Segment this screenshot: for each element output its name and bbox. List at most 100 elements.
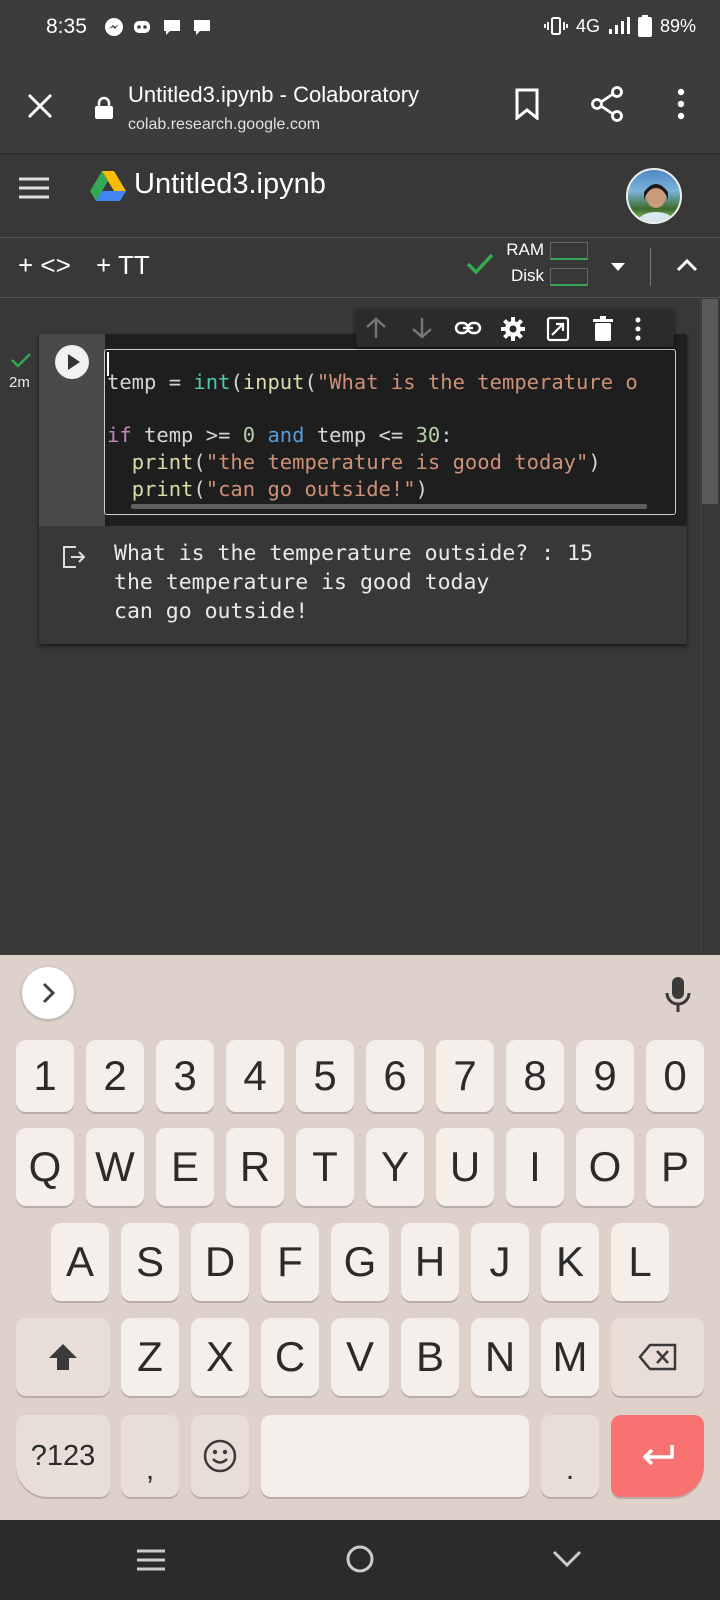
ram-label: RAM — [506, 240, 544, 259]
comma-key[interactable]: , — [121, 1415, 179, 1497]
move-down-icon[interactable] — [410, 316, 434, 340]
key-e[interactable]: E — [156, 1128, 214, 1206]
ram-meter — [550, 242, 588, 260]
key-a[interactable]: A — [51, 1223, 109, 1301]
menu-icon[interactable] — [18, 176, 50, 200]
mirror-cell-icon[interactable] — [546, 316, 570, 342]
delete-icon[interactable] — [592, 316, 614, 342]
key-u[interactable]: U — [436, 1128, 494, 1206]
dropdown-arrow-icon[interactable] — [610, 262, 626, 272]
key-r[interactable]: R — [226, 1128, 284, 1206]
key-v[interactable]: V — [331, 1318, 389, 1396]
output-clear-icon[interactable] — [61, 544, 87, 570]
chevron-up-icon[interactable] — [676, 258, 698, 272]
key-c[interactable]: C — [261, 1318, 319, 1396]
cell-toolbar — [356, 309, 674, 347]
key-2[interactable]: 2 — [86, 1040, 144, 1112]
google-drive-icon[interactable] — [90, 170, 126, 202]
key-z[interactable]: Z — [121, 1318, 179, 1396]
share-icon[interactable] — [590, 86, 624, 122]
back-chevron-icon[interactable] — [552, 1550, 582, 1568]
key-4[interactable]: 4 — [226, 1040, 284, 1112]
page-title[interactable]: Untitled3.ipynb - Colaboratory — [128, 82, 419, 108]
toolbar-divider — [650, 248, 651, 286]
key-d[interactable]: D — [191, 1223, 249, 1301]
symbols-key[interactable]: ?123 — [16, 1415, 110, 1497]
home-icon[interactable] — [345, 1544, 375, 1574]
discord-icon — [132, 17, 152, 37]
cell-gutter — [39, 334, 105, 526]
code-editor[interactable]: temp = int(input("What is the temperatur… — [104, 349, 676, 515]
key-7[interactable]: 7 — [436, 1040, 494, 1112]
key-p[interactable]: P — [646, 1128, 704, 1206]
emoji-key[interactable] — [191, 1415, 249, 1497]
code-horizontal-scrollbar[interactable] — [131, 504, 647, 509]
key-n[interactable]: N — [471, 1318, 529, 1396]
output-line-1: What is the temperature outside? : 15 — [114, 541, 593, 566]
lock-icon — [94, 96, 114, 120]
move-up-icon[interactable] — [364, 316, 388, 340]
message-icon-2 — [192, 17, 212, 37]
output-line-2: the temperature is good today — [114, 570, 490, 595]
scrollbar-thumb[interactable] — [702, 299, 718, 504]
more-vert-cell-icon[interactable] — [634, 316, 642, 342]
key-9[interactable]: 9 — [576, 1040, 634, 1112]
page-url[interactable]: colab.research.google.com — [128, 116, 320, 134]
add-code-button[interactable]: + <> — [18, 250, 71, 281]
link-icon[interactable] — [454, 317, 482, 339]
key-i[interactable]: I — [506, 1128, 564, 1206]
key-x[interactable]: X — [191, 1318, 249, 1396]
bookmark-icon[interactable] — [514, 88, 540, 120]
key-o[interactable]: O — [576, 1128, 634, 1206]
space-key[interactable] — [261, 1415, 529, 1497]
key-h[interactable]: H — [401, 1223, 459, 1301]
more-vert-icon[interactable] — [676, 88, 686, 120]
microphone-icon[interactable] — [664, 975, 692, 1015]
key-8[interactable]: 8 — [506, 1040, 564, 1112]
status-bar: 8:35 4G 89% — [0, 0, 720, 56]
notebook-title[interactable]: Untitled3.ipynb — [134, 168, 326, 201]
recent-apps-icon[interactable] — [136, 1548, 166, 1572]
enter-key[interactable] — [611, 1415, 704, 1497]
key-5[interactable]: 5 — [296, 1040, 354, 1112]
key-3[interactable]: 3 — [156, 1040, 214, 1112]
enter-icon — [642, 1445, 674, 1466]
key-f[interactable]: F — [261, 1223, 319, 1301]
backspace-icon — [637, 1343, 676, 1371]
key-j[interactable]: J — [471, 1223, 529, 1301]
settings-icon[interactable] — [500, 316, 526, 342]
keyboard: 1 2 3 4 5 6 7 8 9 0 Q W E R T Y U I O P … — [0, 955, 720, 1520]
avatar[interactable] — [626, 168, 682, 224]
key-t[interactable]: T — [296, 1128, 354, 1206]
add-text-button[interactable]: + TT — [96, 250, 150, 281]
vibrate-icon — [544, 16, 568, 36]
expand-toolbar-button[interactable] — [22, 967, 74, 1019]
key-0[interactable]: 0 — [646, 1040, 704, 1112]
key-6[interactable]: 6 — [366, 1040, 424, 1112]
key-w[interactable]: W — [86, 1128, 144, 1206]
run-button[interactable] — [54, 344, 90, 380]
period-key[interactable]: . — [541, 1415, 599, 1497]
key-y[interactable]: Y — [366, 1128, 424, 1206]
key-g[interactable]: G — [331, 1223, 389, 1301]
key-1[interactable]: 1 — [16, 1040, 74, 1112]
network-type: 4G — [575, 15, 600, 36]
notebook-toolbar: + <> + TT RAM Disk — [0, 238, 720, 298]
shift-key[interactable] — [16, 1318, 110, 1396]
backspace-key[interactable] — [611, 1318, 704, 1396]
key-m[interactable]: M — [541, 1318, 599, 1396]
execution-check-icon — [10, 352, 32, 368]
key-b[interactable]: B — [401, 1318, 459, 1396]
code-line-3-text: if temp >= 0 and temp <= 30: — [107, 423, 453, 447]
key-s[interactable]: S — [121, 1223, 179, 1301]
battery-icon — [637, 15, 652, 37]
key-k[interactable]: K — [541, 1223, 599, 1301]
close-icon[interactable] — [26, 92, 54, 120]
shift-icon — [49, 1344, 77, 1370]
code-line-1-text: temp = int(input("What is the temperatur… — [107, 370, 638, 394]
message-icon — [162, 17, 182, 37]
key-q[interactable]: Q — [16, 1128, 74, 1206]
status-time: 8:35 — [46, 15, 87, 38]
key-l[interactable]: L — [611, 1223, 669, 1301]
battery-percent: 89% — [659, 15, 696, 36]
